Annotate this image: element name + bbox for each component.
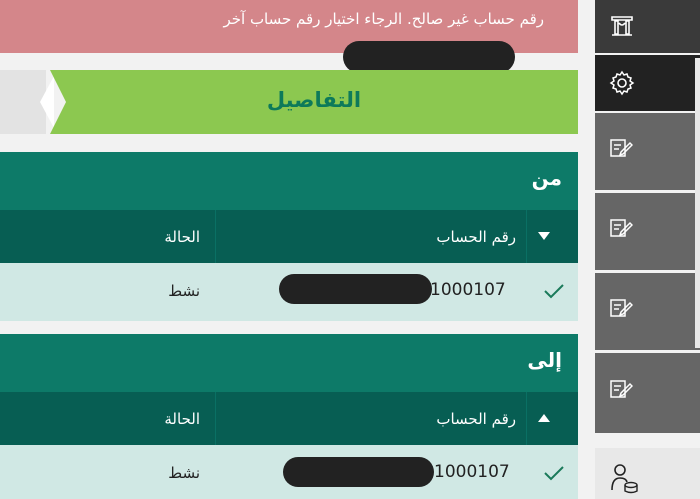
side-navigation	[595, 0, 700, 499]
user-coins-icon	[611, 464, 638, 494]
rail-scrollbar[interactable]	[695, 58, 700, 348]
rail-item-form-3[interactable]	[595, 273, 700, 350]
caret-up-icon[interactable]	[538, 414, 550, 423]
from-account-row[interactable]: نشط 1000107	[0, 263, 578, 321]
error-message: رقم حساب غير صالح. الرجاء اختيار رقم حسا…	[223, 10, 544, 28]
from-account-value: 1000107	[430, 280, 506, 300]
from-table-header: الحالة رقم الحساب	[0, 210, 578, 263]
rail-item-settings[interactable]	[595, 55, 700, 111]
step-title: التفاصيل	[266, 88, 362, 112]
to-account-header: رقم الحساب	[436, 410, 516, 428]
rail-item-profile[interactable]	[595, 448, 700, 499]
from-section-title: من	[531, 166, 562, 190]
redacted-account-number	[343, 41, 515, 73]
column-separator	[215, 392, 216, 445]
edit-form-icon	[610, 299, 633, 317]
to-status-header: الحالة	[164, 410, 200, 428]
to-section-title: إلى	[527, 348, 562, 372]
step-bar: التفاصيل	[0, 70, 578, 134]
from-status-value: نشط	[168, 282, 200, 300]
to-section-header: إلى	[0, 334, 578, 392]
column-separator	[526, 392, 527, 445]
to-account-value: 1000107	[434, 462, 510, 482]
from-account-header: رقم الحساب	[436, 228, 516, 246]
edit-form-icon	[610, 380, 633, 398]
from-status-header: الحالة	[164, 228, 200, 246]
rail-item-home[interactable]	[595, 0, 700, 53]
column-separator	[215, 210, 216, 263]
edit-form-icon	[610, 139, 633, 157]
column-separator	[526, 210, 527, 263]
redacted-account-number	[283, 457, 434, 487]
redacted-account-number	[279, 274, 432, 304]
rail-item-form-1[interactable]	[595, 113, 700, 190]
edit-form-icon	[610, 219, 633, 237]
from-section-header: من	[0, 152, 578, 210]
current-step: التفاصيل	[50, 70, 578, 134]
to-table-header: الحالة رقم الحساب	[0, 392, 578, 445]
check-icon	[544, 466, 564, 481]
rail-item-form-2[interactable]	[595, 193, 700, 270]
caret-down-icon[interactable]	[538, 232, 550, 241]
to-account-row[interactable]: نشط 1000107	[0, 445, 578, 499]
to-status-value: نشط	[168, 464, 200, 482]
check-icon	[544, 284, 564, 299]
gear-icon	[609, 70, 635, 96]
building-columns-icon	[611, 16, 633, 36]
rail-item-form-4[interactable]	[595, 353, 700, 433]
step-arrow-icon	[40, 76, 54, 128]
